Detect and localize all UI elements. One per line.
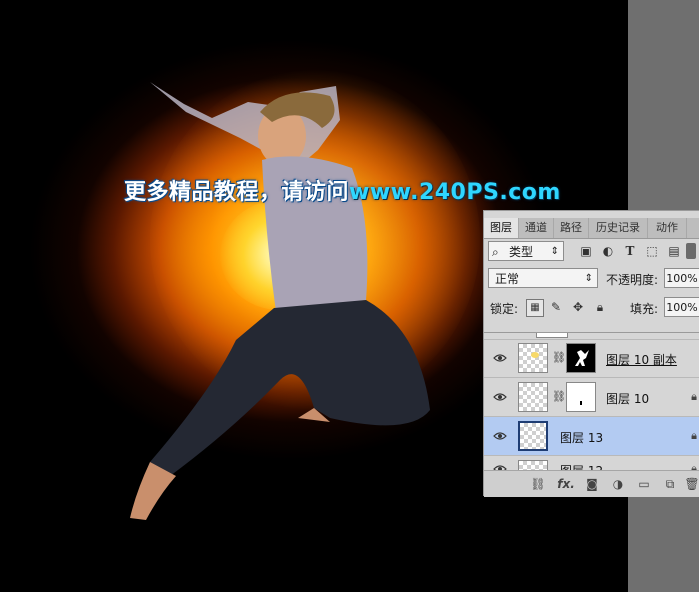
- search-icon: ⌕: [492, 245, 499, 259]
- layer-mask-thumbnail[interactable]: [566, 343, 596, 373]
- lock-image-pixels-icon[interactable]: ✎: [548, 299, 564, 315]
- adjustment-icon[interactable]: ◐: [600, 243, 616, 259]
- eye-icon[interactable]: [493, 392, 507, 402]
- layer-name[interactable]: 图层 13: [560, 429, 603, 446]
- panel-tab-bar: 图层 通道 路径 历史记录 动作: [484, 218, 699, 239]
- watermark-cn-text: 更多精品教程，请访问: [124, 180, 350, 205]
- watermark: 更多精品教程，请访问www.240PS.com: [124, 174, 561, 206]
- tab-history[interactable]: 历史记录: [589, 218, 648, 238]
- shape-icon[interactable]: ⬚: [644, 243, 660, 259]
- layer-thumbnail[interactable]: [518, 343, 548, 373]
- opacity-field[interactable]: 100%: [664, 268, 699, 288]
- link-chain-icon[interactable]: ⛓︎: [552, 390, 566, 403]
- layer-row-layer13[interactable]: 图层 13 🔒︎: [484, 417, 699, 456]
- watermark-url-text: www.240PS.com: [349, 180, 561, 205]
- tab-actions[interactable]: 动作: [648, 218, 687, 238]
- new-layer-icon[interactable]: ⧉: [662, 476, 678, 492]
- lock-all-icon[interactable]: 🔒︎: [592, 299, 608, 315]
- layer-filter-label: 类型: [509, 245, 534, 259]
- lock-position-icon[interactable]: ✥: [570, 299, 586, 315]
- blend-mode-select[interactable]: 正常 ⇕: [488, 268, 598, 288]
- lock-icon: 🔒︎: [691, 429, 697, 442]
- lock-label: 锁定:: [490, 302, 519, 316]
- layer-name[interactable]: 图层 10: [606, 390, 649, 407]
- tab-channels[interactable]: 通道: [519, 218, 554, 238]
- layers-list[interactable]: ⛓︎ 图层 10 副本 ⛓︎ 图层 10 🔒︎ 图层 13 🔒︎ 图层 12 🔒…: [484, 332, 699, 471]
- trash-icon[interactable]: 🗑︎: [684, 476, 699, 492]
- group-folder-icon[interactable]: ▭: [636, 476, 652, 492]
- link-icon[interactable]: ⛓︎: [530, 476, 546, 492]
- image-icon[interactable]: ▣: [578, 243, 594, 259]
- fill-label: 填充:: [630, 302, 659, 316]
- chevron-updown-icon: ⇕: [550, 246, 559, 257]
- layer-name[interactable]: 图层 10 副本: [606, 351, 677, 368]
- fx-icon[interactable]: fx.: [556, 476, 576, 492]
- fill-field[interactable]: 100%: [664, 297, 699, 317]
- lock-icon: 🔒︎: [691, 390, 697, 403]
- layer-mask-thumbnail[interactable]: [566, 382, 596, 412]
- layer-row-layer10-copy[interactable]: ⛓︎ 图层 10 副本: [484, 339, 699, 378]
- layers-panel-footer: ⛓︎ fx. ◙ ◑ ▭ ⧉ 🗑︎: [484, 470, 699, 497]
- chevron-updown-icon: ⇕: [584, 273, 593, 284]
- eye-icon[interactable]: [493, 353, 507, 363]
- eye-icon[interactable]: [493, 431, 507, 441]
- smart-object-icon[interactable]: ▤: [666, 243, 682, 259]
- layer-filter-select[interactable]: ⌕ 类型 ⇕: [488, 241, 564, 261]
- layer-row-layer10[interactable]: ⛓︎ 图层 10 🔒︎: [484, 378, 699, 417]
- layer-thumbnail[interactable]: [518, 382, 548, 412]
- add-mask-icon[interactable]: ◙: [584, 476, 600, 492]
- tab-paths[interactable]: 路径: [554, 218, 589, 238]
- tab-layers[interactable]: 图层: [484, 218, 519, 238]
- type-icon[interactable]: T: [622, 243, 638, 259]
- layer-row-layer12[interactable]: 图层 12 🔒︎: [484, 456, 699, 471]
- filter-toggle[interactable]: [686, 243, 696, 259]
- blend-mode-value: 正常: [495, 272, 520, 286]
- lock-transparent-pixels-icon[interactable]: ▦: [526, 299, 544, 317]
- link-chain-icon[interactable]: ⛓︎: [552, 351, 566, 364]
- opacity-label: 不透明度:: [606, 273, 659, 287]
- layer-thumbnail[interactable]: [518, 421, 548, 451]
- layers-panel: 图层 通道 路径 历史记录 动作 ⌕ 类型 ⇕ ▣ ◐ T ⬚ ▤ 正常 ⇕ 不…: [483, 210, 699, 497]
- adjustment-layer-icon[interactable]: ◑: [610, 476, 626, 492]
